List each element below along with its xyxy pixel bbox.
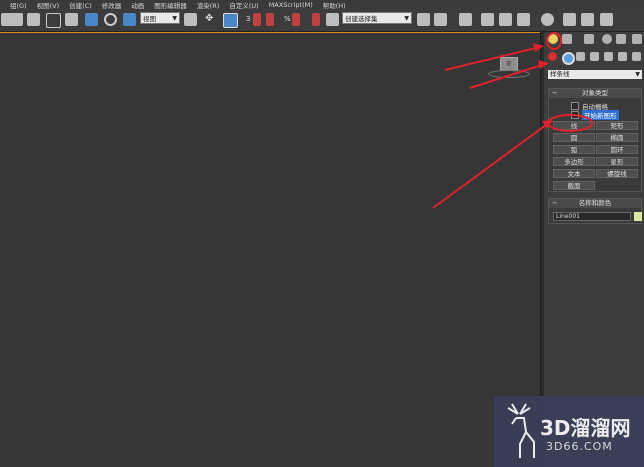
rect-selection-icon[interactable] (46, 13, 61, 28)
render-production-icon[interactable] (600, 13, 613, 26)
start-new-shape-checkbox[interactable] (571, 111, 579, 119)
layer-manager-icon[interactable] (459, 13, 472, 26)
hierarchy-tab-icon[interactable] (584, 34, 594, 44)
utilities-tab-icon[interactable] (632, 34, 642, 44)
line-button[interactable]: 线 (553, 121, 595, 130)
text-button[interactable]: 文本 (553, 169, 595, 178)
motion-tab-icon[interactable] (602, 34, 612, 44)
snap-toggle-label[interactable]: 3 (246, 15, 250, 23)
spinner-snap-icon[interactable] (312, 13, 320, 26)
cameras-icon[interactable] (590, 52, 599, 61)
render-setup-icon[interactable] (563, 13, 576, 26)
name-color-title: 名称和颜色 (578, 199, 612, 207)
viewcube-ring (488, 70, 530, 78)
object-type-rollout: − 对象类型 自动栅格 开始新图形 线 矩形 圆 椭圆 弧 圆环 多边形 星形 … (548, 88, 642, 192)
chevron-down-icon: ▼ (404, 15, 409, 22)
donut-button[interactable]: 圆环 (596, 145, 638, 154)
shape-category-value: 样条线 (550, 70, 570, 78)
auto-grid-checkbox[interactable] (571, 102, 579, 110)
geometry-icon[interactable] (548, 52, 557, 61)
helpers-icon[interactable] (604, 52, 613, 61)
select-move-icon[interactable] (85, 13, 98, 26)
named-selection-placeholder: 创建选择集 (345, 15, 378, 23)
material-editor-icon[interactable] (541, 13, 554, 26)
mirror-icon[interactable] (417, 13, 430, 26)
rectangle-button[interactable]: 矩形 (596, 121, 638, 130)
main-toolbar: 视图 ▼ ✥ 3 % 创建选择集 ▼ (0, 9, 644, 32)
circle-button[interactable]: 圆 (553, 133, 595, 142)
spacewarps-icon[interactable] (618, 52, 627, 61)
arc-button[interactable]: 弧 (553, 145, 595, 154)
rendered-frame-icon[interactable] (581, 13, 594, 26)
shape-category-select[interactable]: 样条线 ▼ (548, 70, 642, 79)
reference-coord-select[interactable]: 视图 ▼ (140, 12, 180, 24)
snap-magnet-icon[interactable] (253, 13, 261, 26)
select-object-icon[interactable] (10, 13, 23, 26)
object-color-swatch[interactable] (634, 212, 642, 221)
start-new-shape-label: 开始新图形 (582, 110, 619, 120)
ngon-button[interactable]: 多边形 (553, 157, 595, 166)
watermark-site: 3D66.COM (546, 440, 613, 453)
collapse-icon: − (552, 199, 558, 207)
name-color-rollout: − 名称和颜色 Line001 (548, 198, 642, 224)
helix-button[interactable]: 螺旋线 (596, 169, 638, 178)
deer-logo-icon (507, 403, 535, 458)
shapes-icon[interactable] (562, 52, 575, 65)
menu-bar: 组(G) 视图(V) 创建(C) 修改器 动画 图形编辑器 渲染(R) 自定义(… (0, 0, 644, 10)
menu-maxscript[interactable]: MAXScript(M) (269, 1, 313, 9)
star-button[interactable]: 星形 (596, 157, 638, 166)
schematic-view-icon[interactable] (517, 13, 530, 26)
name-color-header[interactable]: − 名称和颜色 (549, 199, 641, 208)
pivot-icon[interactable] (184, 13, 197, 26)
reference-coord-value: 视图 (143, 15, 156, 23)
keyboard-shortcut-icon[interactable] (223, 13, 238, 28)
section-button[interactable]: 截面 (553, 181, 595, 190)
percent-magnet-icon[interactable] (292, 13, 300, 26)
ellipse-button[interactable]: 椭圆 (596, 133, 638, 142)
create-categories (544, 50, 644, 65)
named-selection-set[interactable]: 创建选择集 ▼ (342, 12, 412, 24)
angle-snap-icon[interactable] (266, 13, 274, 26)
modify-tab-icon[interactable] (562, 34, 572, 44)
viewcube-label: 前 (506, 61, 512, 67)
window-crossing-icon[interactable] (65, 13, 78, 26)
rotate-icon[interactable] (104, 13, 117, 26)
chevron-down-icon: ▼ (635, 71, 640, 78)
edit-named-selection-icon[interactable] (326, 13, 339, 26)
watermark: 3D溜溜网 3D66.COM (494, 396, 644, 467)
panel-tabs (544, 32, 644, 46)
viewport-active-border (0, 32, 540, 33)
select-by-name-icon[interactable] (27, 13, 40, 26)
watermark-brand: 3D溜溜网 (540, 416, 631, 440)
align-icon[interactable] (434, 13, 447, 26)
chevron-down-icon: ▼ (172, 15, 177, 22)
viewcube[interactable]: 前 (500, 57, 518, 71)
viewport-front[interactable]: 前 (0, 32, 541, 467)
systems-icon[interactable] (632, 52, 641, 61)
collapse-icon: − (552, 89, 558, 97)
graphite-tools-icon[interactable] (481, 13, 494, 26)
move-gizmo-icon[interactable]: ✥ (205, 13, 218, 26)
object-type-header[interactable]: − 对象类型 (549, 89, 641, 98)
curve-editor-icon[interactable] (499, 13, 512, 26)
scale-icon[interactable] (123, 13, 136, 26)
create-tab-icon[interactable] (548, 34, 558, 44)
object-type-title: 对象类型 (582, 89, 608, 97)
lights-icon[interactable] (576, 52, 585, 61)
percent-snap-icon[interactable]: % (284, 15, 291, 23)
display-tab-icon[interactable] (616, 34, 626, 44)
object-name-input[interactable]: Line001 (553, 212, 631, 221)
